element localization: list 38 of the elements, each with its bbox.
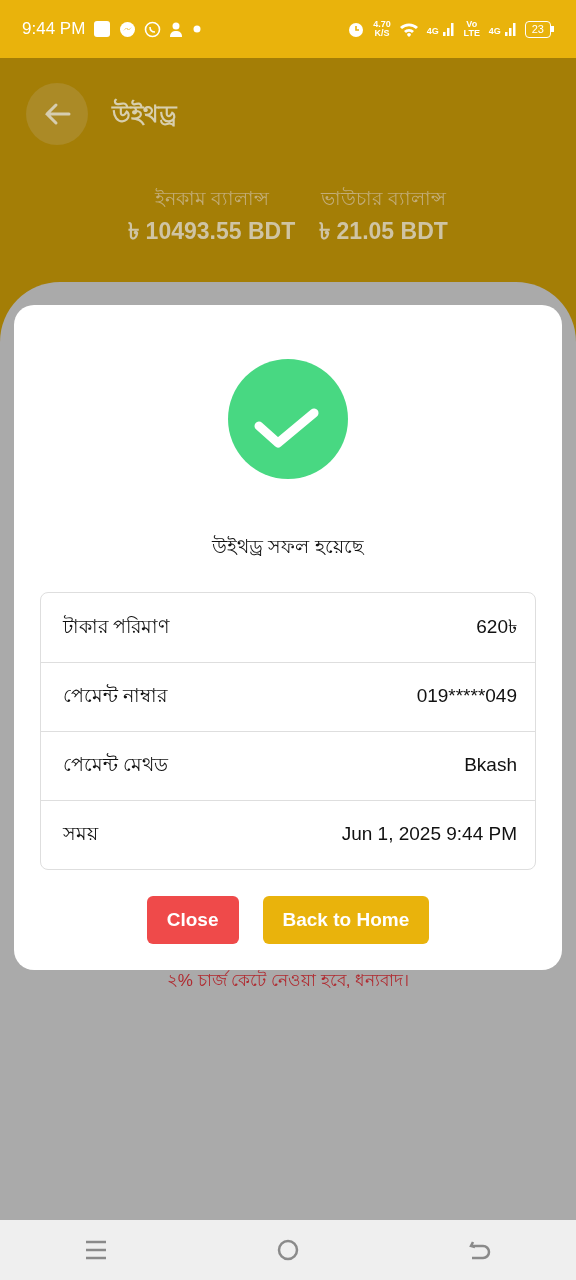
detail-value: Bkash — [464, 753, 517, 778]
detail-label: পেমেন্ট মেথড — [63, 752, 169, 778]
menu-icon[interactable] — [85, 1239, 107, 1261]
page-title: উইথড্র — [112, 97, 177, 129]
network-type: 4G — [488, 27, 501, 36]
detail-label: পেমেন্ট নাম্বার — [63, 683, 168, 709]
wifi-icon — [398, 21, 419, 37]
signal-icon — [442, 22, 455, 36]
balance-label: ভাউচার ব্যালান্স — [321, 186, 446, 211]
app-square-icon — [93, 20, 112, 38]
speed-unit: K/S — [373, 29, 391, 38]
network-type: 4G — [426, 27, 439, 36]
balance-label: ইনকাম ব্যালান্স — [154, 187, 269, 211]
speed-value: 4.70 — [373, 20, 391, 29]
detail-value: Jun 1, 2025 9:44 PM — [341, 822, 517, 847]
battery-level: 23 — [524, 20, 551, 38]
signal-icon — [504, 22, 517, 36]
check-circle-icon — [228, 359, 348, 479]
balance-value: ৳ 21.05 BDT — [319, 216, 448, 246]
volte-label: Vo LTE — [462, 20, 481, 38]
chat-bubble-icon — [119, 20, 137, 38]
dialog-message: উইথড্র সফল হয়েছে — [210, 534, 365, 559]
home-icon[interactable] — [277, 1239, 299, 1261]
alarm-icon — [347, 20, 366, 38]
detail-label: সময় — [63, 822, 98, 847]
detail-value: 620৳ — [476, 614, 517, 639]
detail-value: 019*****049 — [416, 684, 517, 709]
back-arrow-icon — [43, 102, 71, 126]
phone-bubble-icon — [144, 20, 162, 38]
dot-icon — [193, 25, 202, 33]
close-button[interactable]: Close — [146, 895, 239, 944]
back-icon[interactable] — [469, 1239, 491, 1261]
home-button[interactable]: Back to Home — [262, 895, 430, 944]
status-time: 9:44 PM — [22, 18, 86, 41]
battery-tip-icon — [551, 26, 554, 32]
detail-label: টাকার পরিমাণ — [63, 614, 170, 639]
charge-note: ২% চার্জ কেটে নেওয়া হবে, ধন্যবাদ। — [165, 969, 411, 992]
balance-value: ৳ 10493.55 BDT — [128, 216, 296, 246]
